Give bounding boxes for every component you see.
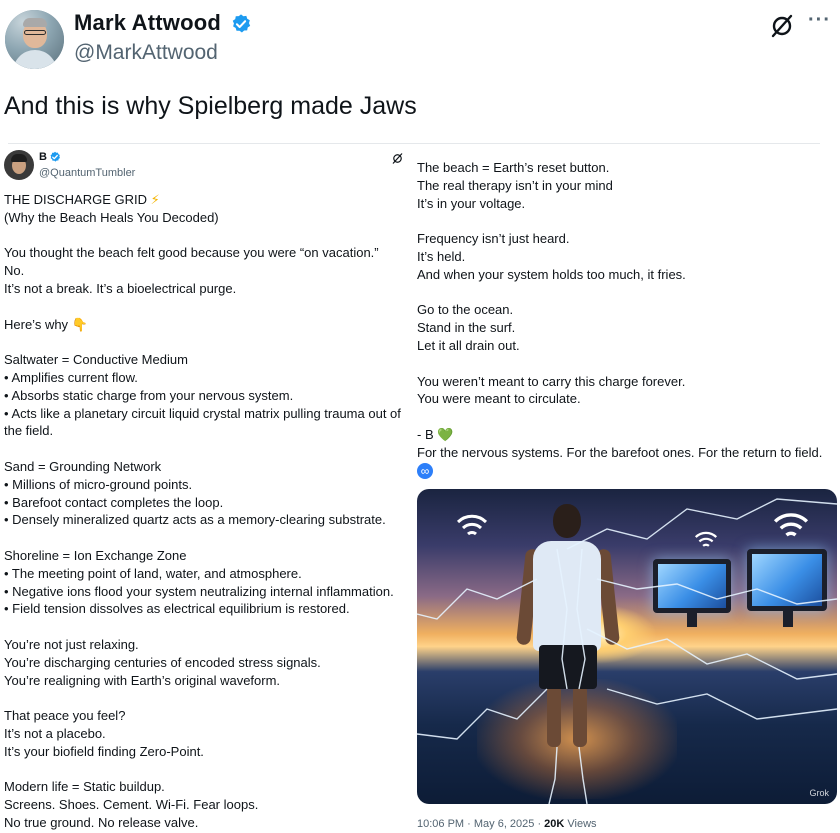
lightning-emoji-icon: ⚡ xyxy=(147,192,160,207)
post-text-line: • The meeting point of land, water, and … xyxy=(4,565,302,581)
views-label: Views xyxy=(564,818,597,830)
post-body-right-column: The beach = Earth’s reset button. The rea… xyxy=(417,159,837,480)
post-metadata: 10:06 PM · May 6, 2025 · 20K Views xyxy=(417,818,597,830)
post-text-line: You’re discharging centuries of encoded … xyxy=(4,654,321,670)
post-text-line: You were meant to circulate. xyxy=(417,391,581,407)
post-text-line: You weren’t meant to carry this charge f… xyxy=(417,373,686,389)
post-text-line: The real therapy isn’t in your mind xyxy=(417,177,613,193)
post-text-line: You’re not just relaxing. xyxy=(4,636,139,652)
closing-line: For the nervous systems. For the barefoo… xyxy=(417,444,823,460)
post-text-line: • Negative ions flood your system neutra… xyxy=(4,583,394,599)
post-text-line: That peace you feel? xyxy=(4,708,126,724)
post-text-line: • Amplifies current flow. xyxy=(4,369,138,385)
post-text-line: Sand = Grounding Network xyxy=(4,458,162,474)
post-text-line: • Densely mineralized quartz acts as a m… xyxy=(4,512,386,528)
quoted-author-name[interactable]: B xyxy=(39,151,47,163)
post-text-line: It’s your biofield finding Zero-Point. xyxy=(4,743,204,759)
post-text-line: It’s not a placebo. xyxy=(4,725,106,741)
views-count: 20K xyxy=(544,818,565,830)
post-text-line: Shoreline = Ion Exchange Zone xyxy=(4,547,187,563)
post-text-line: The beach = Earth’s reset button. xyxy=(417,160,610,175)
post-text-line: Here’s why 👇 xyxy=(4,316,88,332)
infinity-line: ∞ xyxy=(417,462,837,480)
post-text-line: • Absorbs static charge from your nervou… xyxy=(4,387,294,403)
image-watermark: Grok xyxy=(809,788,829,798)
post-text-line: It’s in your voltage. xyxy=(417,195,526,211)
verified-badge-icon xyxy=(232,14,251,33)
post-text-line: • Acts like a planetary circuit liquid c… xyxy=(4,405,401,421)
author-handle[interactable]: @MarkAttwood xyxy=(74,41,218,65)
post-body-left-column: THE DISCHARGE GRID ⚡ (Why the Beach Heals… xyxy=(4,191,412,832)
post-text-line: • Field tension dissolves as electrical … xyxy=(4,601,350,617)
signoff-line: - B 💚 xyxy=(417,426,454,442)
post-text-line: the field. xyxy=(4,423,54,439)
quoted-author-handle[interactable]: @QuantumTumbler xyxy=(39,167,135,179)
post-text-line: Screens. Shoes. Cement. Wi-Fi. Fear loop… xyxy=(4,797,259,813)
verified-badge-icon xyxy=(50,151,60,162)
post-text-line: Saltwater = Conductive Medium xyxy=(4,352,188,368)
post-text-line: Stand in the surf. xyxy=(417,320,516,336)
infinity-emoji-icon: ∞ xyxy=(417,463,433,480)
tweet-text: And this is why Spielberg made Jaws xyxy=(4,92,417,120)
tweet-header: Mark Attwood @MarkAttwood ··· xyxy=(0,0,840,80)
post-text-line: Frequency isn’t just heard. xyxy=(417,231,570,247)
author-avatar[interactable] xyxy=(5,10,64,69)
post-text-line: It’s not a break. It’s a bioelectrical p… xyxy=(4,280,237,296)
quoted-author-avatar[interactable] xyxy=(4,150,34,180)
more-options-icon[interactable]: ··· xyxy=(808,10,836,38)
grok-icon[interactable] xyxy=(391,152,404,165)
post-text-line: You’re realigning with Earth’s original … xyxy=(4,672,281,688)
post-text-line: And when your system holds too much, it … xyxy=(417,266,686,282)
author-display-name[interactable]: Mark Attwood xyxy=(74,10,221,36)
post-text-line: THE DISCHARGE GRID ⚡ xyxy=(4,192,160,207)
post-timestamp[interactable]: 10:06 PM · May 6, 2025 · xyxy=(417,818,544,830)
pointing-down-emoji-icon: 👇 xyxy=(68,316,88,332)
post-text-line: • Barefoot contact completes the loop. xyxy=(4,494,224,510)
post-text-line: You thought the beach felt good because … xyxy=(4,245,379,261)
divider xyxy=(8,143,820,144)
post-text-line: No. xyxy=(4,263,25,279)
post-text-line: It’s held. xyxy=(417,248,466,264)
post-text-line: No true ground. No release valve. xyxy=(4,814,199,830)
post-text-line: Modern life = Static buildup. xyxy=(4,779,165,795)
post-text-line: (Why the Beach Heals You Decoded) xyxy=(4,209,219,225)
post-text-line: Let it all drain out. xyxy=(417,337,520,353)
grok-icon[interactable] xyxy=(768,12,796,40)
lightning-effect xyxy=(417,498,837,804)
post-text-line: • Millions of micro-ground points. xyxy=(4,476,193,492)
post-image[interactable]: Grok xyxy=(417,489,837,804)
post-text-line: Go to the ocean. xyxy=(417,302,514,318)
green-heart-emoji-icon: 💚 xyxy=(437,426,454,442)
